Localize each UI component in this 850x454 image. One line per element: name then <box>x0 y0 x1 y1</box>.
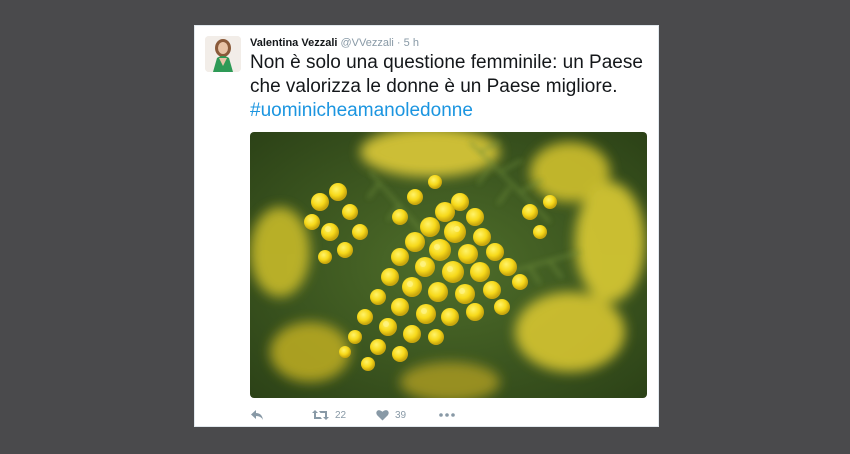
tweet-timestamp[interactable]: 5 h <box>404 37 419 49</box>
retweet-count: 22 <box>335 409 347 421</box>
hashtag-link[interactable]: #uominicheamanoledonne <box>250 100 473 121</box>
like-button[interactable]: 39 <box>376 407 406 423</box>
author-avatar[interactable] <box>205 36 241 72</box>
tweet-header: Valentina Vezzali @VVezzali · 5 h <box>250 36 419 50</box>
tweet-text: Non è solo una questione femminile: un P… <box>250 51 650 123</box>
tweet-body: Non è solo una questione femminile: un P… <box>250 52 643 97</box>
header-separator: · <box>396 37 401 49</box>
tweet-media[interactable] <box>250 132 647 398</box>
author-handle[interactable]: @VVezzali <box>341 37 394 49</box>
tweet-actions: 22 39 <box>250 407 650 423</box>
author-name[interactable]: Valentina Vezzali <box>250 37 337 49</box>
more-icon <box>439 413 455 417</box>
reply-icon <box>251 410 263 420</box>
more-button[interactable] <box>439 407 455 423</box>
mimosa-photo <box>250 132 647 398</box>
tweet-card: Valentina Vezzali @VVezzali · 5 h Non è … <box>194 25 659 427</box>
heart-icon <box>376 410 389 421</box>
retweet-button[interactable]: 22 <box>312 407 346 423</box>
reply-button[interactable] <box>250 407 264 423</box>
like-count: 39 <box>395 409 407 421</box>
avatar-image <box>205 36 241 72</box>
retweet-icon <box>312 410 329 420</box>
